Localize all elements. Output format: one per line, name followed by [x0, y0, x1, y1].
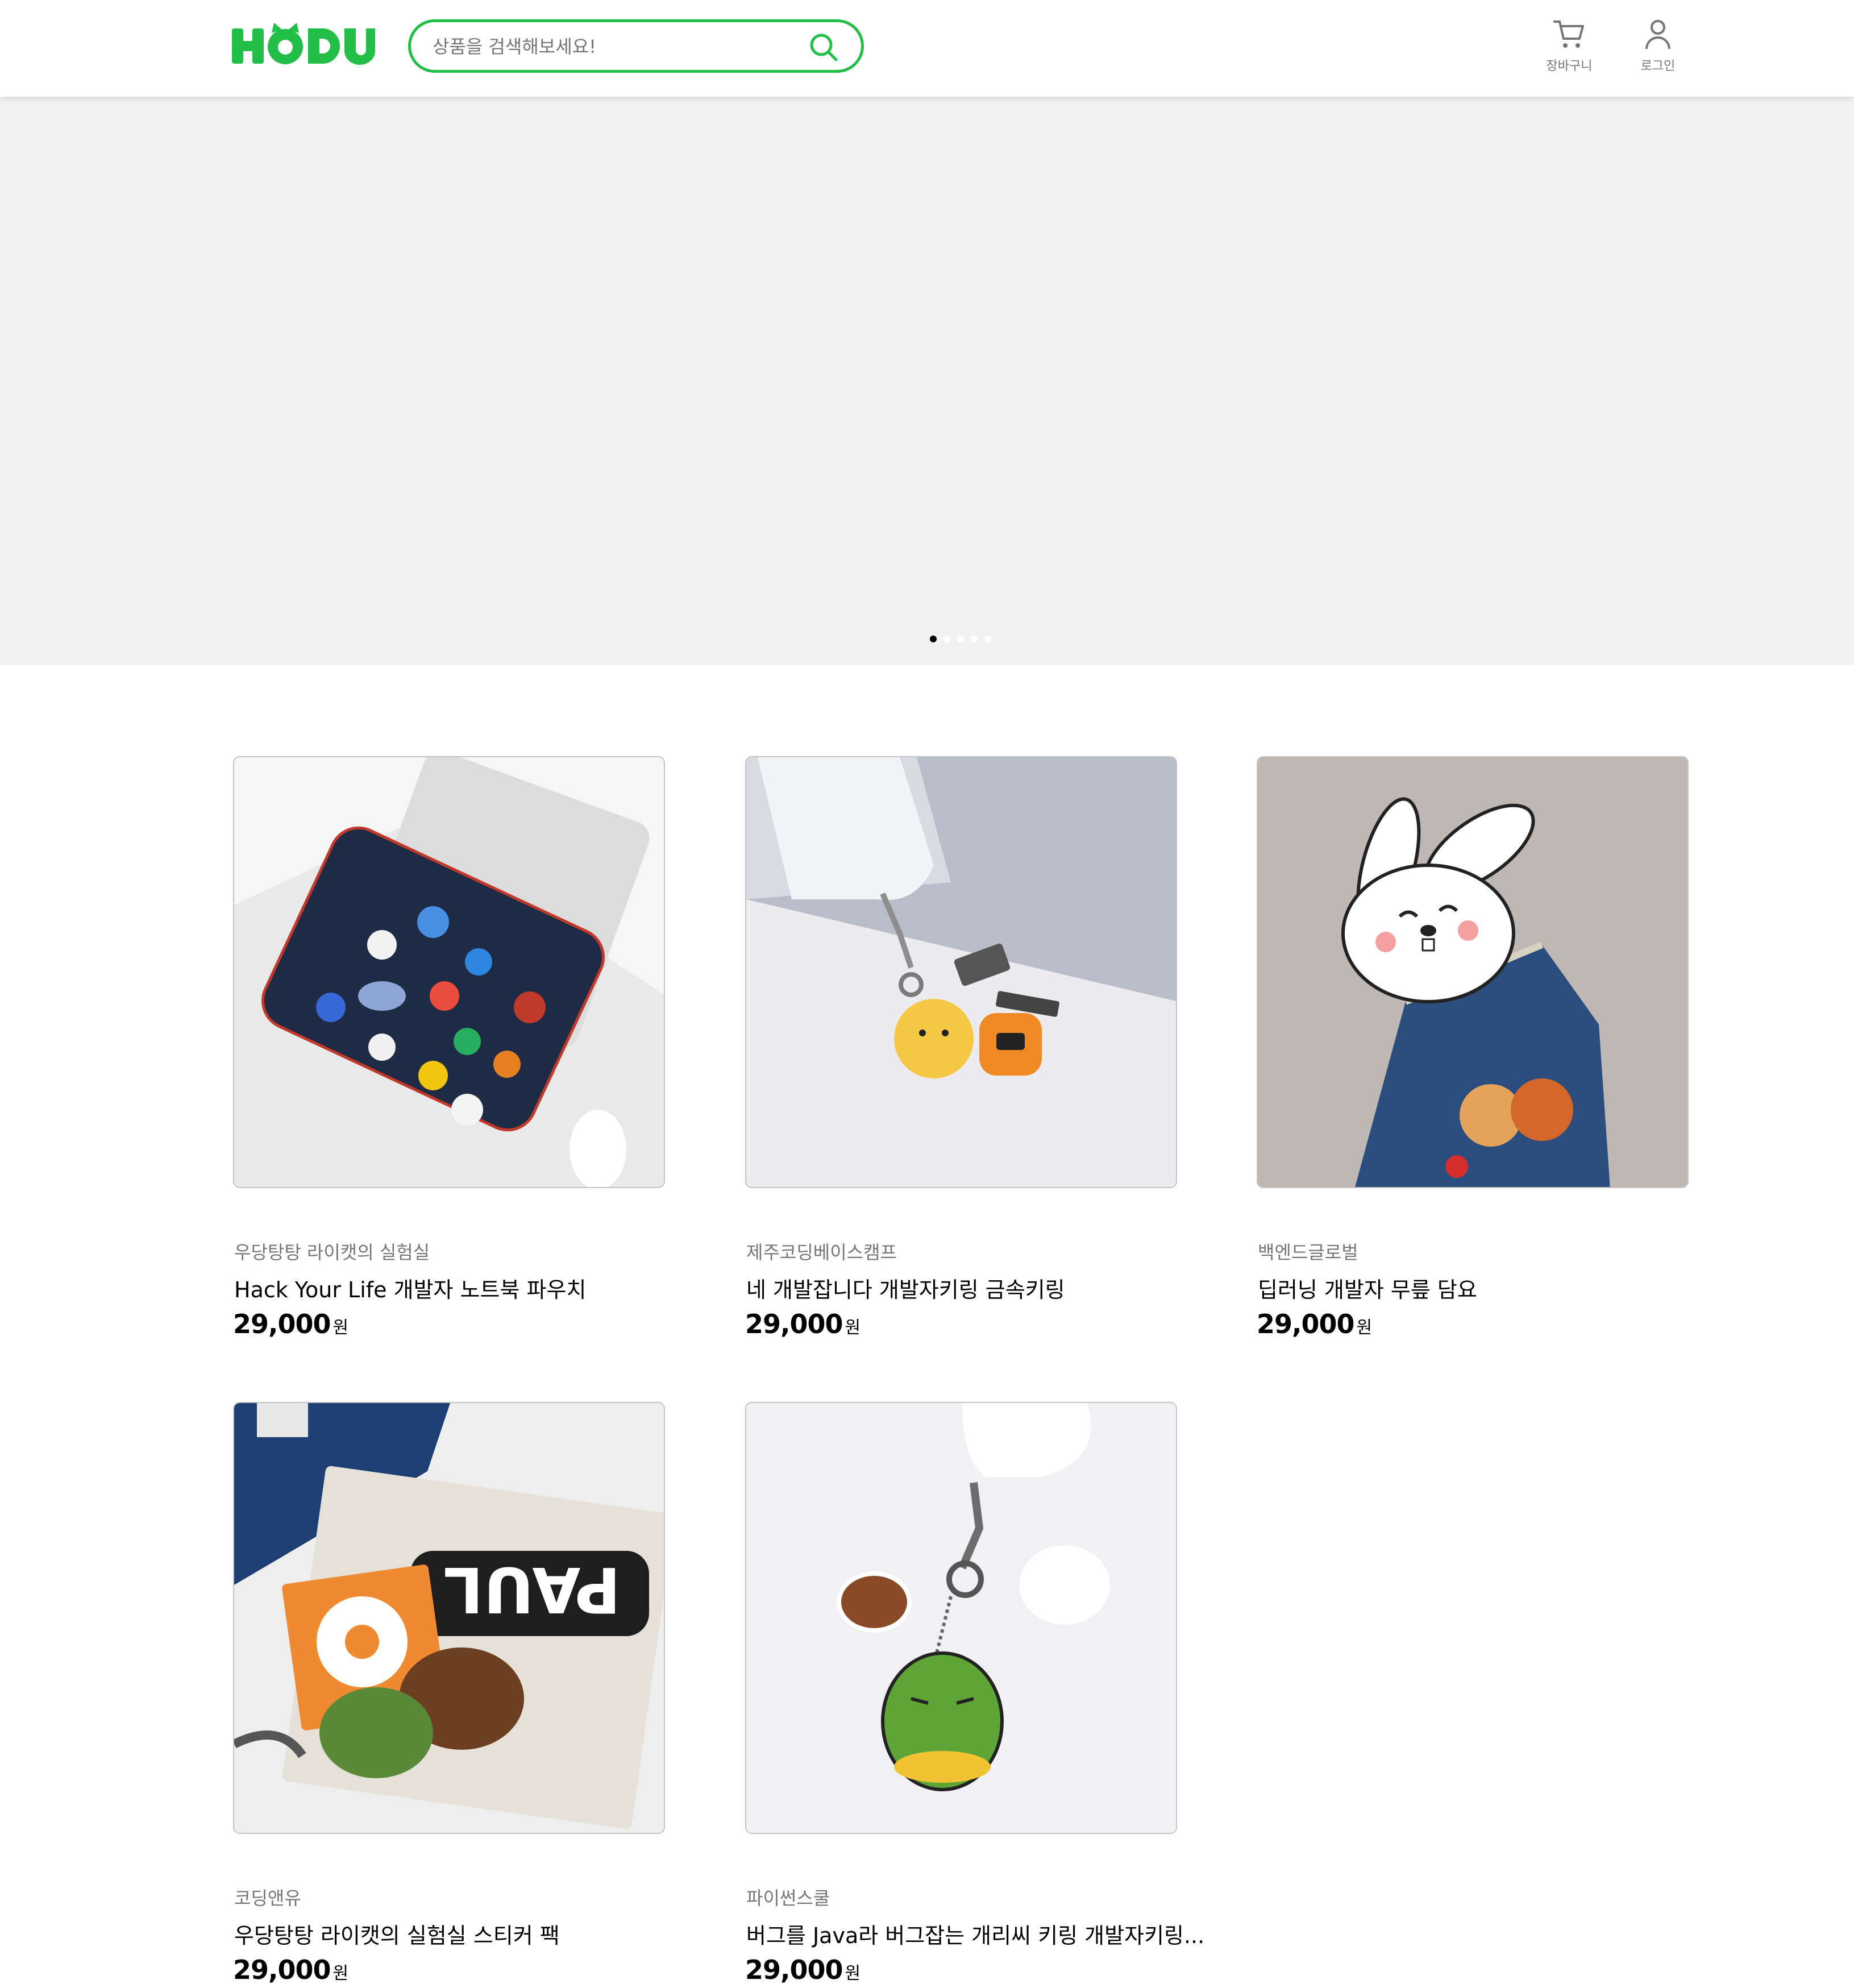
search-icon[interactable] [809, 32, 838, 62]
product-price: 29,000 원 [233, 1309, 349, 1339]
login-label: 로그인 [1640, 59, 1676, 73]
product-image[interactable] [745, 756, 1177, 1188]
product-seller: 코딩앤유 [234, 1887, 301, 1909]
login-button[interactable]: 로그인 [1627, 17, 1689, 80]
product-price: 29,000 원 [745, 1954, 861, 1985]
cart-button[interactable]: 장바구니 [1538, 17, 1601, 80]
product-image[interactable] [745, 1402, 1177, 1834]
product-image[interactable]: PAUL [233, 1402, 665, 1834]
product-price: 29,000 원 [1257, 1309, 1373, 1339]
product-card[interactable]: 백엔드글로벌 딥러닝 개발자 무릎 담요 29,000 원 [1257, 756, 1689, 1339]
hero-banner[interactable] [0, 97, 1854, 665]
search-bar [408, 19, 864, 73]
cart-label: 장바구니 [1546, 59, 1593, 73]
user-icon [1645, 20, 1670, 49]
carousel-dot[interactable] [984, 636, 991, 642]
product-card[interactable]: 파이썬스쿨 버그를 Java라 버그잡는 개리씨 키링 개발자키링... 29,… [745, 1402, 1204, 1985]
product-card[interactable]: PAUL 코딩앤유 우당탕탕 라이캣의 실험실 스티커 팩 29,000 원 [233, 1402, 665, 1985]
carousel-dot[interactable] [930, 636, 937, 642]
product-price: 29,000 원 [745, 1309, 861, 1339]
product-seller: 백엔드글로벌 [1258, 1242, 1358, 1263]
product-seller: 우당탕탕 라이캣의 실험실 [234, 1242, 430, 1263]
svg-text:PAUL: PAUL [443, 1553, 621, 1626]
carousel-dot[interactable] [957, 636, 964, 642]
product-name[interactable]: 딥러닝 개발자 무릎 담요 [1258, 1272, 1477, 1304]
product-seller: 파이썬스쿨 [746, 1887, 830, 1909]
product-name[interactable]: 네 개발잡니다 개발자키링 금속키링 [746, 1272, 1065, 1304]
product-card[interactable]: 제주코딩베이스캠프 네 개발잡니다 개발자키링 금속키링 29,000 원 [745, 756, 1177, 1339]
product-seller: 제주코딩베이스캠프 [746, 1242, 897, 1263]
product-card[interactable]: 우당탕탕 라이캣의 실험실 Hack Your Life 개발자 노트북 파우치… [233, 756, 665, 1339]
product-image[interactable] [1257, 756, 1689, 1188]
search-input[interactable] [433, 35, 785, 59]
hodu-logo[interactable] [232, 20, 375, 69]
cart-icon [1553, 20, 1584, 48]
product-image[interactable] [233, 756, 665, 1188]
product-name[interactable]: 버그를 Java라 버그잡는 개리씨 키링 개발자키링... [746, 1918, 1204, 1949]
product-name[interactable]: 우당탕탕 라이캣의 실험실 스티커 팩 [234, 1918, 560, 1949]
site-header: 장바구니 로그인 [0, 0, 1854, 97]
product-price: 29,000 원 [233, 1954, 349, 1985]
product-name[interactable]: Hack Your Life 개발자 노트북 파우치 [234, 1272, 586, 1304]
carousel-dot[interactable] [971, 636, 978, 642]
carousel-dot[interactable] [943, 636, 950, 642]
